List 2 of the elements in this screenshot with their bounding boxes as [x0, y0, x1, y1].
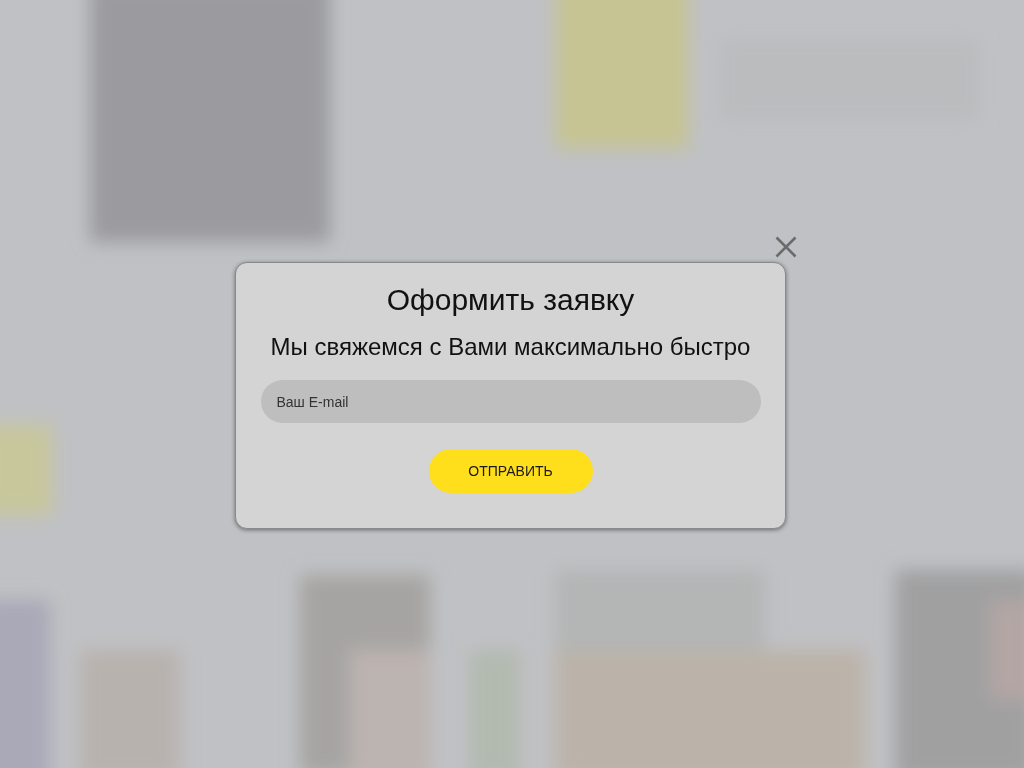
dialog-subtitle: Мы свяжемся с Вами максимально быстро	[270, 332, 751, 362]
dialog-title: Оформить заявку	[386, 282, 635, 318]
